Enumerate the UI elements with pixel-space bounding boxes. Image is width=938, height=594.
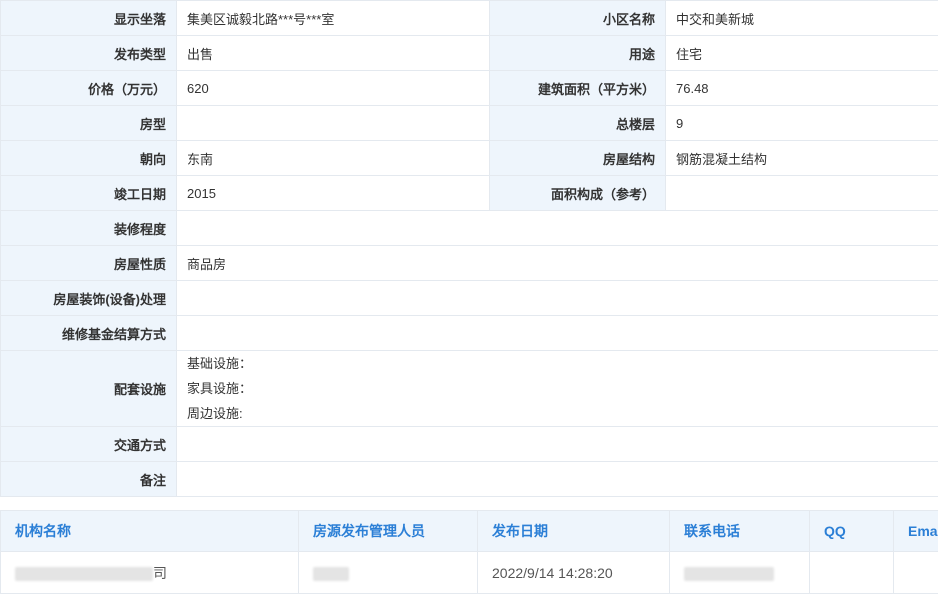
property-detail-table: 显示坐落 集美区诚毅北路***号***室 小区名称 中交和美新城 发布类型 出售… bbox=[0, 0, 938, 497]
redacted-phone bbox=[684, 567, 774, 581]
maintenance-fund-label: 维修基金结算方式 bbox=[1, 316, 177, 351]
redacted-agency-name bbox=[15, 567, 153, 581]
decoration-level-label: 装修程度 bbox=[1, 211, 177, 246]
remarks-value bbox=[177, 462, 938, 497]
completion-date-label: 竣工日期 bbox=[1, 176, 177, 211]
manager-header: 房源发布管理人员 bbox=[299, 511, 478, 552]
fixtures-handling-value bbox=[177, 281, 938, 316]
location-label: 显示坐落 bbox=[1, 1, 177, 36]
transport-value bbox=[177, 427, 938, 462]
completion-date-value: 2015 bbox=[177, 176, 490, 211]
price-label: 价格（万元） bbox=[1, 71, 177, 106]
structure-label: 房屋结构 bbox=[490, 141, 666, 176]
agency-table: 机构名称 房源发布管理人员 发布日期 联系电话 QQ Ema 司 2022/9/… bbox=[0, 510, 938, 594]
detail-row-location: 显示坐落 集美区诚毅北路***号***室 小区名称 中交和美新城 bbox=[1, 1, 938, 36]
table-row: 司 2022/9/14 14:28:20 bbox=[1, 552, 938, 594]
qq-header: QQ bbox=[810, 511, 894, 552]
agency-name-suffix: 司 bbox=[153, 565, 167, 581]
redacted-manager-name bbox=[313, 567, 349, 581]
facilities-value: 基础设施： 家具设施： 周边设施: bbox=[177, 351, 938, 427]
room-type-value bbox=[177, 106, 490, 141]
listing-type-value: 出售 bbox=[177, 36, 490, 71]
area-composition-value bbox=[666, 176, 938, 211]
total-floors-value: 9 bbox=[666, 106, 938, 141]
detail-row-fixtures: 房屋装饰(设备)处理 bbox=[1, 281, 938, 316]
property-nature-label: 房屋性质 bbox=[1, 246, 177, 281]
detail-row-maintenance-fund: 维修基金结算方式 bbox=[1, 316, 938, 351]
price-value: 620 bbox=[177, 71, 490, 106]
usage-value: 住宅 bbox=[666, 36, 938, 71]
community-name-label: 小区名称 bbox=[490, 1, 666, 36]
detail-row-layout: 房型 总楼层 9 bbox=[1, 106, 938, 141]
usage-label: 用途 bbox=[490, 36, 666, 71]
structure-value: 钢筋混凝土结构 bbox=[666, 141, 938, 176]
detail-row-facilities: 配套设施 基础设施： 家具设施： 周边设施: bbox=[1, 351, 938, 427]
detail-row-transport: 交通方式 bbox=[1, 427, 938, 462]
agency-header-row: 机构名称 房源发布管理人员 发布日期 联系电话 QQ Ema bbox=[1, 511, 938, 552]
surrounding-facilities-line: 周边设施: bbox=[187, 401, 938, 426]
qq-cell bbox=[810, 552, 894, 594]
detail-row-completion: 竣工日期 2015 面积构成（参考） bbox=[1, 176, 938, 211]
basic-facilities-line: 基础设施： bbox=[187, 351, 938, 376]
transport-label: 交通方式 bbox=[1, 427, 177, 462]
area-composition-label: 面积构成（参考） bbox=[490, 176, 666, 211]
fixtures-handling-label: 房屋装饰(设备)处理 bbox=[1, 281, 177, 316]
location-value: 集美区诚毅北路***号***室 bbox=[177, 1, 490, 36]
community-name-value: 中交和美新城 bbox=[666, 1, 938, 36]
agency-name-cell: 司 bbox=[1, 552, 299, 594]
listing-type-label: 发布类型 bbox=[1, 36, 177, 71]
orientation-value: 东南 bbox=[177, 141, 490, 176]
detail-row-type: 发布类型 出售 用途 住宅 bbox=[1, 36, 938, 71]
decoration-level-value bbox=[177, 211, 938, 246]
detail-row-orientation: 朝向 东南 房屋结构 钢筋混凝土结构 bbox=[1, 141, 938, 176]
maintenance-fund-value bbox=[177, 316, 938, 351]
publish-date-header: 发布日期 bbox=[478, 511, 670, 552]
total-floors-label: 总楼层 bbox=[490, 106, 666, 141]
remarks-label: 备注 bbox=[1, 462, 177, 497]
building-area-label: 建筑面积（平方米） bbox=[490, 71, 666, 106]
phone-header: 联系电话 bbox=[670, 511, 810, 552]
publish-date-cell: 2022/9/14 14:28:20 bbox=[478, 552, 670, 594]
detail-row-nature: 房屋性质 商品房 bbox=[1, 246, 938, 281]
furniture-facilities-line: 家具设施： bbox=[187, 376, 938, 401]
property-nature-value: 商品房 bbox=[177, 246, 938, 281]
room-type-label: 房型 bbox=[1, 106, 177, 141]
detail-row-price: 价格（万元） 620 建筑面积（平方米） 76.48 bbox=[1, 71, 938, 106]
agency-name-header: 机构名称 bbox=[1, 511, 299, 552]
building-area-value: 76.48 bbox=[666, 71, 938, 106]
detail-row-remarks: 备注 bbox=[1, 462, 938, 497]
phone-cell bbox=[670, 552, 810, 594]
email-cell bbox=[894, 552, 938, 594]
facilities-label: 配套设施 bbox=[1, 351, 177, 427]
detail-row-decoration: 装修程度 bbox=[1, 211, 938, 246]
orientation-label: 朝向 bbox=[1, 141, 177, 176]
email-header: Ema bbox=[894, 511, 938, 552]
manager-cell bbox=[299, 552, 478, 594]
